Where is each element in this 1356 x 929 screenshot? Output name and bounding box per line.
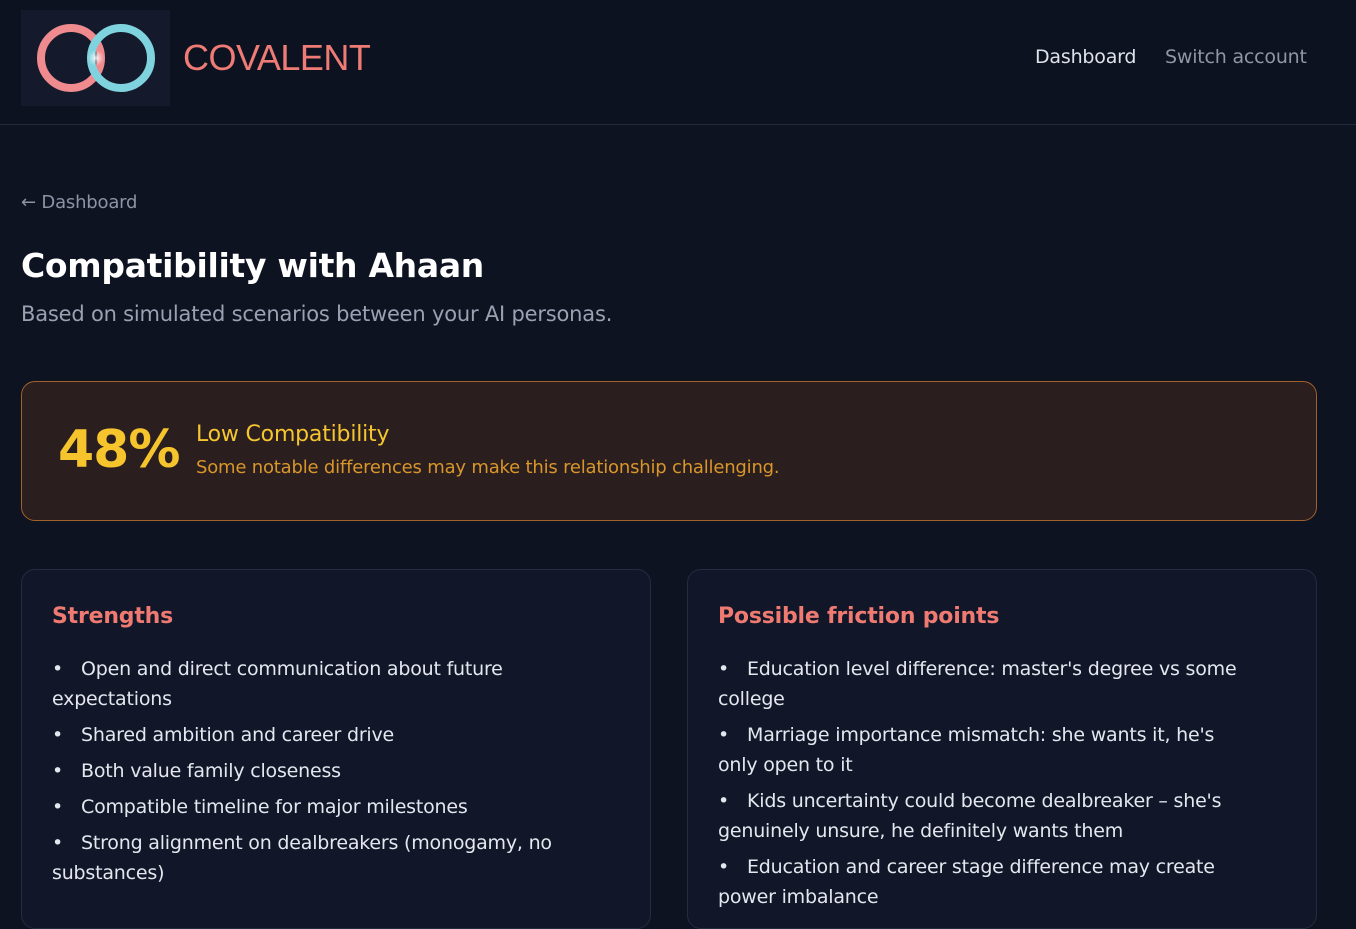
list-item: Kids uncertainty could become dealbreake… (718, 786, 1258, 846)
list-item: Strong alignment on dealbreakers (monoga… (52, 828, 592, 888)
compatibility-description: Some notable differences may make this r… (196, 457, 780, 478)
compatibility-level: Low Compatibility (196, 422, 390, 447)
list-item: Shared ambition and career drive (52, 720, 592, 750)
friction-title: Possible friction points (718, 604, 1000, 629)
strengths-title: Strengths (52, 604, 174, 629)
list-item: Open and direct communication about futu… (52, 654, 592, 714)
strengths-panel: Strengths Open and direct communication … (21, 569, 651, 929)
strengths-list: Open and direct communication about futu… (52, 654, 592, 894)
friction-panel: Possible friction points Education level… (687, 569, 1317, 929)
friction-list: Education level difference: master's deg… (718, 654, 1258, 918)
list-item: Compatible timeline for major milestones (52, 792, 592, 822)
nav-dashboard-link[interactable]: Dashboard (1035, 46, 1136, 68)
compatibility-score-card: 48% Low Compatibility Some notable diffe… (21, 381, 1317, 521)
list-item: Education level difference: master's deg… (718, 654, 1258, 714)
list-item: Both value family closeness (52, 756, 592, 786)
list-item: Marriage importance mismatch: she wants … (718, 720, 1258, 780)
back-to-dashboard-link[interactable]: ← Dashboard (21, 192, 137, 213)
linked-rings-icon (37, 24, 155, 92)
compatibility-percentage: 48% (58, 420, 180, 480)
page-subtitle: Based on simulated scenarios between you… (21, 302, 613, 326)
top-header: COVALENT Dashboard Switch account (0, 0, 1356, 125)
list-item: Education and career stage difference ma… (718, 852, 1258, 912)
nav-switch-account-link[interactable]: Switch account (1165, 46, 1307, 68)
logo[interactable] (21, 10, 170, 106)
brand-name: COVALENT (183, 37, 371, 78)
page-title: Compatibility with Ahaan (21, 246, 485, 285)
